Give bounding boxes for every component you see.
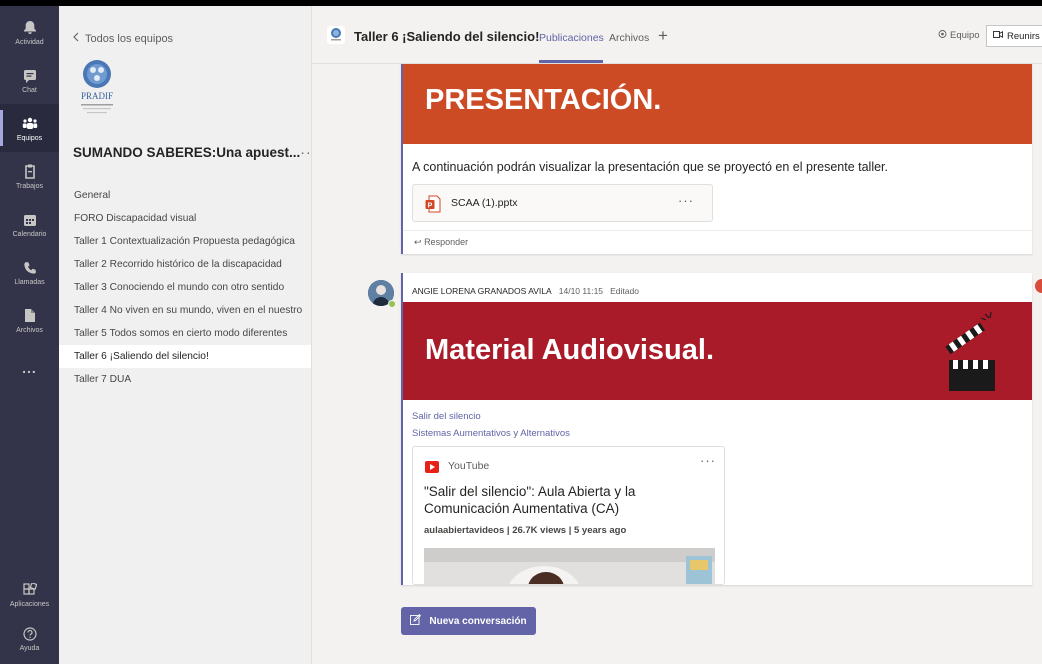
rail-item-equipos[interactable]: Equipos [0,104,59,152]
team-name: SUMANDO SABERES:Una apuest... [73,144,301,160]
file-name: SCAA (1).pptx [451,197,518,209]
meet-button-label: Reunirs [1007,30,1040,42]
rail-item-more[interactable]: ... [0,344,59,392]
reply-button[interactable]: ↩ Responder [403,230,1032,254]
more-options-icon[interactable]: ··· [700,453,716,468]
new-conversation-button[interactable]: Nueva conversación [401,607,536,635]
video-title[interactable]: "Salir del silencio": Aula Abierta y la … [424,483,719,517]
tab-archivos[interactable]: Archivos [609,32,649,44]
channel-item[interactable]: Taller 3 Conociendo el mundo con otro se… [59,276,311,299]
banner-title: PRESENTACIÓN. [425,84,662,116]
post-banner: PRESENTACIÓN. [403,64,1032,144]
rail-item-aplicaciones[interactable]: Aplicaciones [0,570,59,618]
logo-text: PRADIF [81,91,113,101]
calendar-icon [21,211,39,229]
post-author[interactable]: ANGIE LORENA GRANADOS AVILA [412,286,552,296]
channel-item[interactable]: Taller 1 Contextualización Propuesta ped… [59,230,311,253]
team-logo: PRADIF [73,56,121,126]
video-thumbnail[interactable] [424,548,715,584]
video-meta: aulaabiertavideos | 26.7K views | 5 year… [424,525,627,536]
rail-label: Equipos [16,134,43,142]
rail-item-ayuda[interactable]: Ayuda [0,614,59,662]
post-body: A continuación podrán visualizar la pres… [412,160,888,174]
rail-item-archivos[interactable]: Archivos [0,296,59,344]
youtube-card[interactable]: YouTube ··· "Salir del silencio": Aula A… [412,446,725,585]
rail-label: Ayuda [19,644,40,652]
post-presentacion: PRESENTACIÓN. A continuación podrán visu… [401,64,1032,254]
add-tab-icon[interactable]: + [658,26,668,46]
reaction-icon[interactable] [1035,279,1042,293]
rail-label: Aplicaciones [9,600,50,608]
back-to-all-teams[interactable]: Todos los equipos [73,32,173,45]
new-conversation-label: Nueva conversación [429,615,527,627]
conversation-pane: PRESENTACIÓN. A continuación podrán visu… [312,64,1042,664]
channel-header: Taller 6 ¡Saliendo del silencio! Publica… [312,6,1042,64]
rail-label: Calendario [12,230,47,238]
link-salir-del-silencio[interactable]: Salir del silencio [412,411,481,422]
banner-title: Material Audiovisual. [425,334,714,366]
bell-icon [21,19,39,37]
back-label: Todos los equipos [85,32,174,45]
eye-icon [938,30,947,41]
chevron-left-icon [73,32,79,45]
rail-item-trabajos[interactable]: Trabajos [0,152,59,200]
video-camera-icon [993,30,1003,42]
assignments-icon [21,163,39,181]
post-timestamp: 14/10 11:15 [558,286,604,296]
active-tab-indicator [539,60,603,63]
powerpoint-icon: P [425,195,441,213]
reply-label: Responder [424,237,469,247]
channel-item-active[interactable]: Taller 6 ¡Saliendo del silencio! [59,345,311,368]
teams-window: Actividad Chat Equipos Trabajos Calendar… [0,6,1042,664]
post-banner: Material Audiovisual. [403,302,1032,400]
clapperboard-icon [941,308,1003,394]
rail-label: Trabajos [16,182,43,190]
apps-icon [21,581,39,599]
file-icon [21,307,39,325]
channel-item[interactable]: Taller 4 No viven en su mundo, viven en … [59,299,311,322]
card-source: YouTube [448,460,490,472]
post-meta: ANGIE LORENA GRANADOS AVILA 14/10 11:15 … [412,286,639,296]
meet-button[interactable]: Reunirs [986,25,1042,47]
channel-title: Taller 6 ¡Saliendo del silencio! [354,29,540,44]
more-icon: ... [22,360,37,376]
team-button-label: Equipo [950,30,980,41]
channel-list: General FORO Discapacidad visual Taller … [59,184,311,391]
team-panel: Todos los equipos PRADIF SUMANDO SABERES… [59,6,316,664]
app-rail: Actividad Chat Equipos Trabajos Calendar… [0,6,59,664]
link-sistemas-aumentativos[interactable]: Sistemas Aumentativos y Alternativos [412,428,570,439]
more-options-icon[interactable]: ··· [678,193,694,208]
channel-item[interactable]: Taller 2 Recorrido histórico de la disca… [59,253,311,276]
compose-icon [410,613,422,628]
post-material-audiovisual: ANGIE LORENA GRANADOS AVILA 14/10 11:15 … [401,273,1032,585]
edited-label: Editado [610,286,639,296]
rail-item-llamadas[interactable]: Llamadas [0,248,59,296]
help-icon [21,625,39,643]
channel-item[interactable]: FORO Discapacidad visual [59,207,311,230]
presence-indicator [388,300,396,308]
rail-item-chat[interactable]: Chat [0,56,59,104]
team-header: SUMANDO SABERES:Una apuest... ··· [73,144,316,160]
channel-item[interactable]: Taller 7 DUA [59,368,311,391]
rail-label: Actividad [15,38,44,46]
channel-item[interactable]: Taller 5 Todos somos en cierto modo dife… [59,322,311,345]
youtube-icon [425,461,439,473]
svg-text:P: P [428,202,433,209]
file-attachment[interactable]: P SCAA (1).pptx ··· [412,184,713,222]
rail-label: Llamadas [14,278,45,286]
channel-item[interactable]: General [59,184,311,207]
rail-item-actividad[interactable]: Actividad [0,8,59,56]
rail-label: Chat [22,86,37,94]
teams-icon [21,115,39,133]
rail-label: Archivos [16,326,43,334]
phone-icon [21,259,39,277]
team-button[interactable]: Equipo [938,30,980,41]
rail-item-calendario[interactable]: Calendario [0,200,59,248]
reply-arrow-icon: ↩ [414,237,422,247]
team-avatar [327,26,345,44]
chat-icon [21,67,39,85]
tab-publicaciones[interactable]: Publicaciones [539,32,604,44]
